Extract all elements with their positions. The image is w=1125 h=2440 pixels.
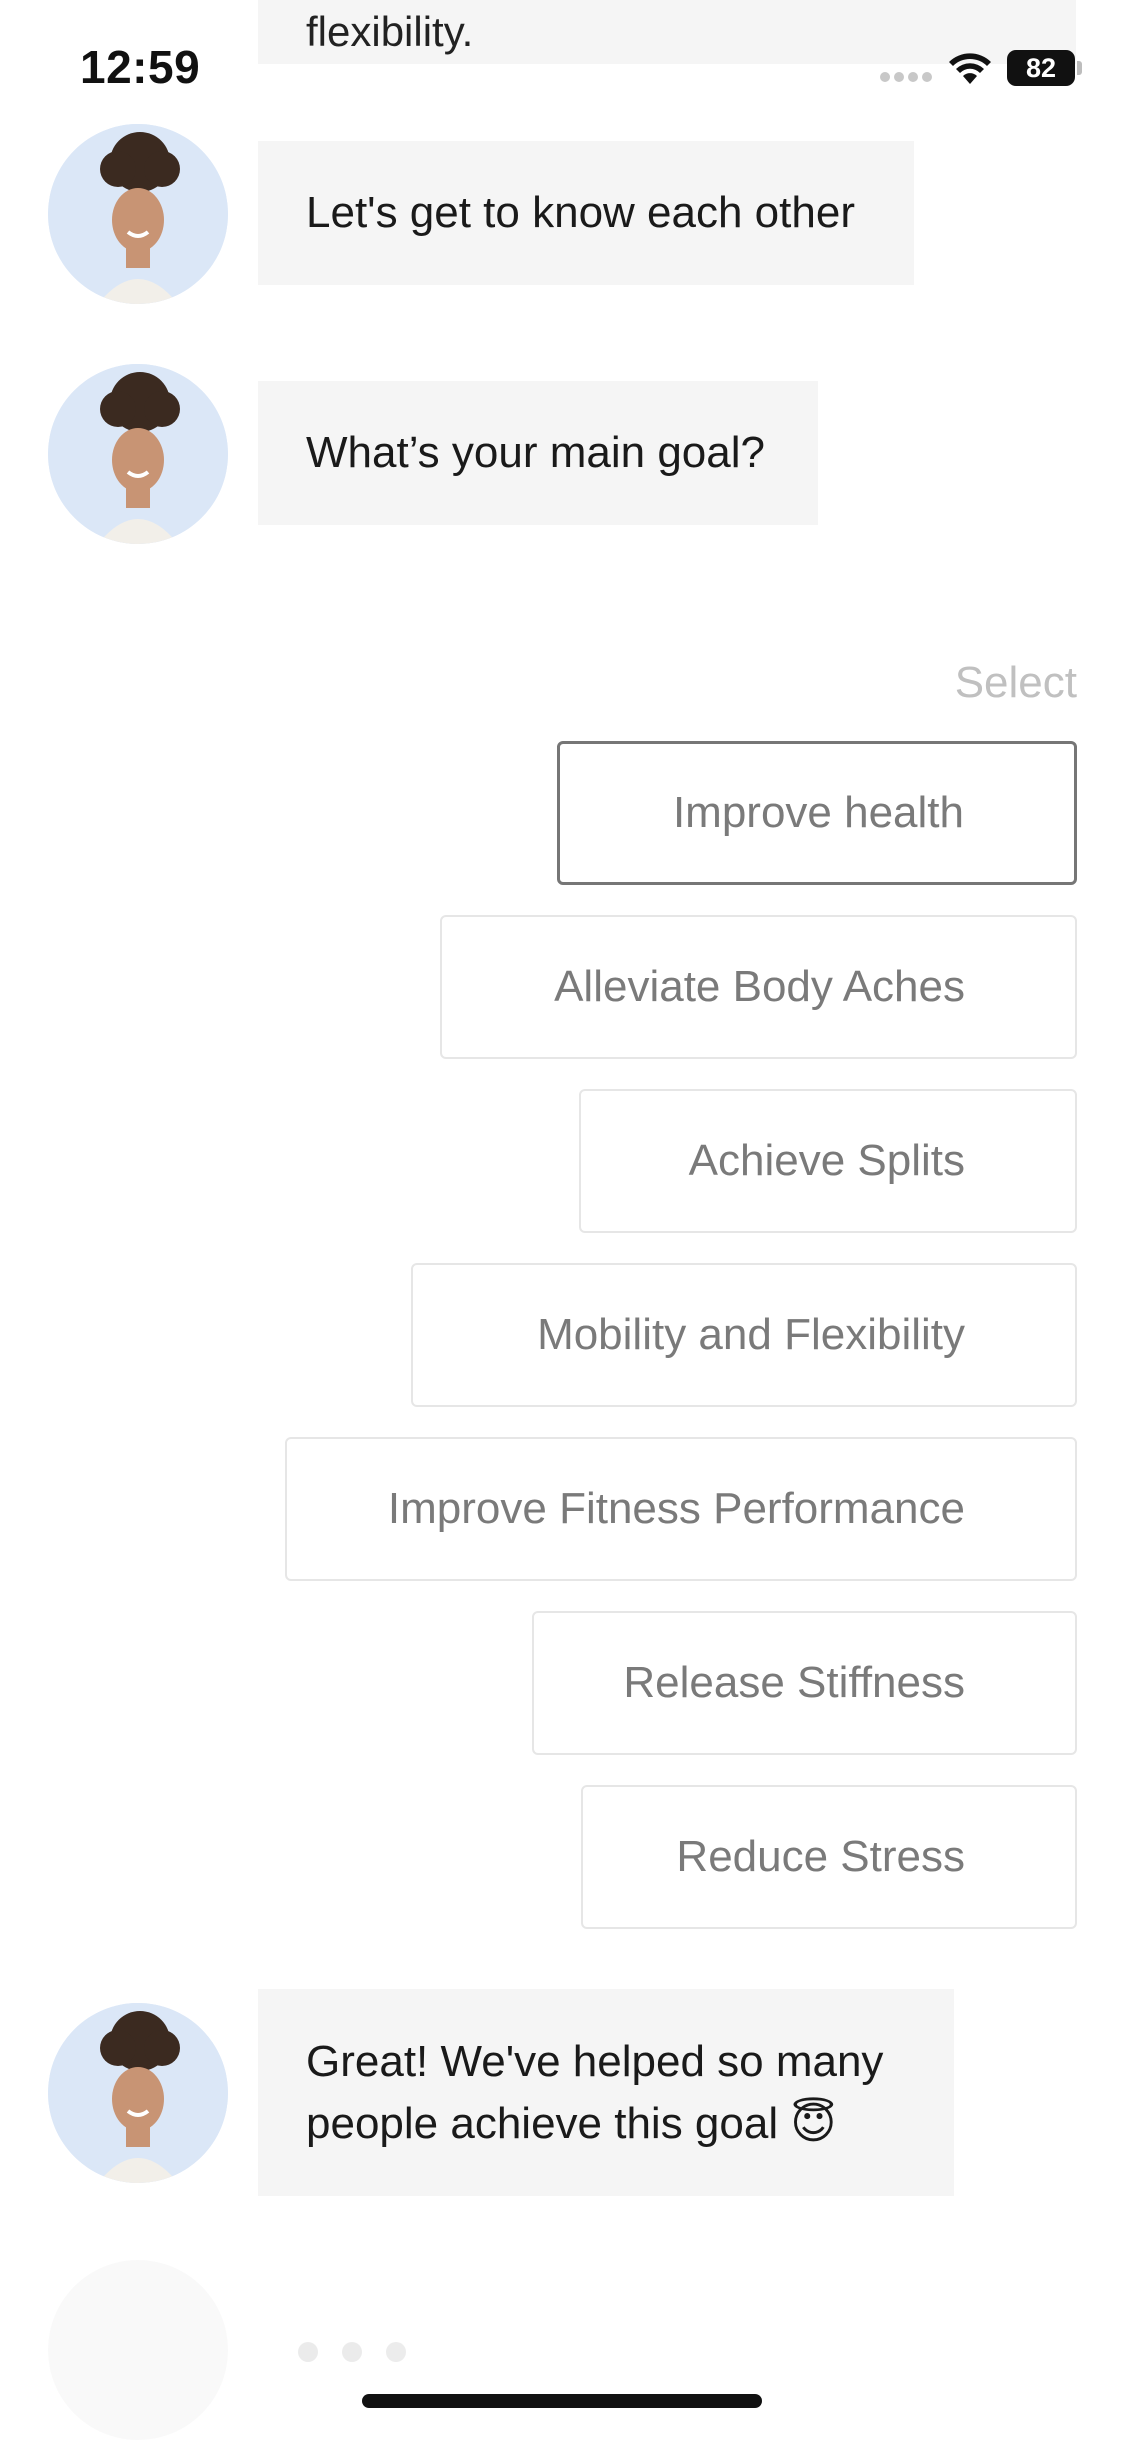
option-label: Improve health — [672, 788, 964, 837]
typing-indicator — [48, 2260, 468, 2440]
option-alleviate-body-aches[interactable]: Alleviate Body Aches — [440, 915, 1077, 1059]
coach-avatar-icon — [48, 364, 228, 544]
option-label: Alleviate Body Aches — [554, 962, 965, 1011]
typing-dots-icon — [298, 2342, 406, 2362]
option-label: Improve Fitness Performance — [387, 1484, 965, 1533]
coach-avatar-icon — [48, 2003, 228, 2183]
option-improve-health[interactable]: Improve health — [557, 741, 1077, 885]
coach-avatar — [48, 2003, 228, 2183]
chat-bubble-reply: Great! We've helped so many people achie… — [258, 1989, 954, 2196]
coach-avatar-icon — [48, 124, 228, 304]
message-text: Let's get to know each other — [306, 188, 855, 237]
battery-icon: 82 — [1007, 50, 1075, 86]
status-time: 12:59 — [80, 41, 201, 93]
wifi-icon — [949, 53, 991, 84]
coach-avatar — [48, 124, 228, 304]
home-indicator[interactable] — [362, 2394, 762, 2408]
message-text: What’s your main goal? — [306, 428, 765, 477]
option-improve-fitness-performance[interactable]: Improve Fitness Performance — [285, 1437, 1077, 1581]
coach-avatar-faded — [48, 2260, 228, 2440]
option-release-stiffness[interactable]: Release Stiffness — [532, 1611, 1077, 1755]
option-label: Mobility and Flexibility — [537, 1310, 965, 1359]
cellular-signal-icon — [880, 72, 932, 82]
battery-level: 82 — [1025, 52, 1057, 83]
chat-bubble: What’s your main goal? — [258, 381, 818, 525]
option-label: Achieve Splits — [688, 1136, 965, 1185]
coach-avatar — [48, 364, 228, 544]
option-label: Reduce Stress — [676, 1832, 965, 1881]
reply-line-1: Great! We've helped so many — [306, 2036, 884, 2086]
battery-cap — [1077, 61, 1082, 75]
reply-line-2: people achieve this goal 😇 — [306, 2098, 837, 2148]
option-label: Release Stiffness — [623, 1658, 965, 1707]
option-mobility-and-flexibility[interactable]: Mobility and Flexibility — [411, 1263, 1077, 1407]
chat-bubble: Let's get to know each other — [258, 141, 914, 285]
status-bar: 12:59 82 — [0, 0, 1125, 130]
select-label: Select — [954, 658, 1077, 707]
option-achieve-splits[interactable]: Achieve Splits — [579, 1089, 1077, 1233]
option-reduce-stress[interactable]: Reduce Stress — [581, 1785, 1077, 1929]
